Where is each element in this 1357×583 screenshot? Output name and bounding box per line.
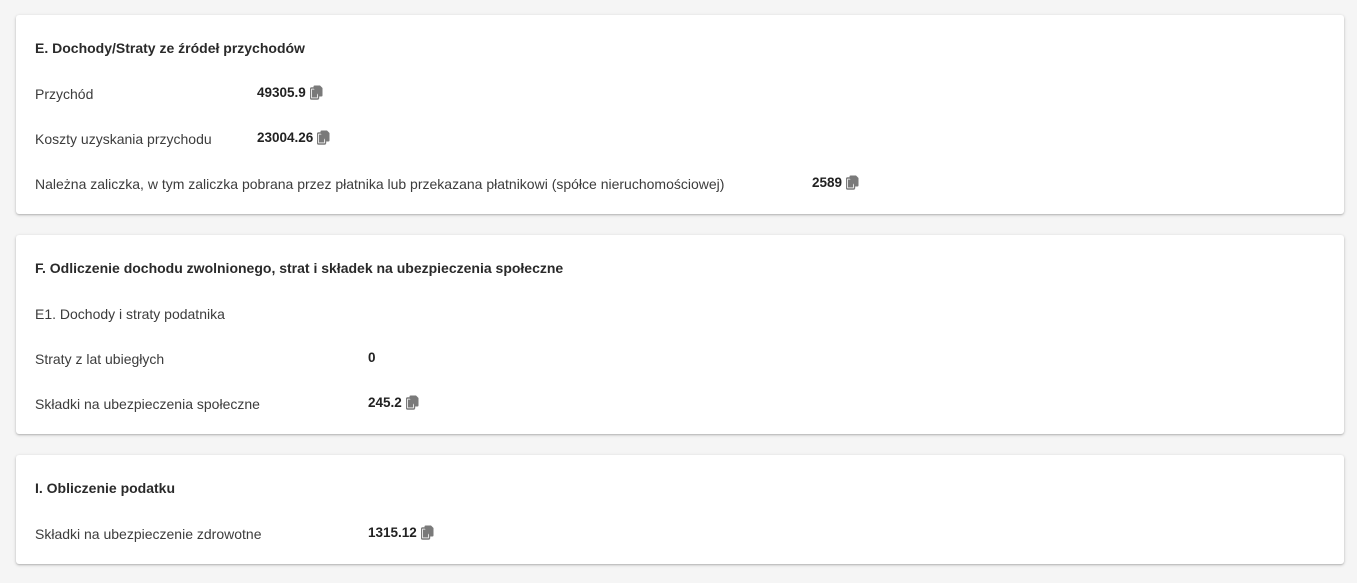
value-text: 0: [368, 350, 376, 365]
value-text: 245.2: [368, 395, 402, 410]
section-card-i: I. Obliczenie podatku Składki na ubezpie…: [16, 455, 1344, 564]
row-value-koszty: 23004.26: [257, 130, 330, 145]
section-title-f: F. Odliczenie dochodu zwolnionego, strat…: [35, 260, 564, 276]
copy-icon[interactable]: [420, 525, 434, 540]
copy-icon[interactable]: [309, 85, 323, 100]
row-label-straty: Straty z lat ubiegłych: [35, 351, 165, 367]
section-card-f: F. Odliczenie dochodu zwolnionego, strat…: [16, 235, 1344, 434]
row-label-e1-dochody: E1. Dochody i straty podatnika: [35, 306, 225, 322]
row-value-skladki-zdrowotne: 1315.12: [368, 525, 434, 540]
row-label-nalezna-zaliczka: Należna zaliczka, w tym zaliczka pobrana…: [35, 176, 725, 192]
value-text: 2589: [812, 175, 843, 190]
row-value-skladki-spoleczne: 245.2: [368, 395, 419, 410]
row-label-koszty: Koszty uzyskania przychodu: [35, 131, 212, 147]
value-text: 1315.12: [368, 525, 417, 540]
row-value-przychod: 49305.9: [257, 85, 323, 100]
copy-icon[interactable]: [405, 395, 419, 410]
row-label-przychod: Przychód: [35, 86, 94, 102]
row-value-straty: 0: [368, 350, 376, 365]
value-text: 49305.9: [257, 85, 306, 100]
copy-icon[interactable]: [317, 130, 330, 145]
row-label-skladki-zdrowotne: Składki na ubezpieczenie zdrowotne: [35, 526, 262, 542]
row-value-nalezna-zaliczka: 2589: [812, 175, 859, 190]
copy-icon[interactable]: [846, 175, 859, 190]
row-label-skladki-spoleczne: Składki na ubezpieczenia społeczne: [35, 396, 260, 412]
section-title-e: E. Dochody/Straty ze źródeł przychodów: [35, 40, 305, 56]
section-title-i: I. Obliczenie podatku: [35, 480, 176, 496]
section-card-e: E. Dochody/Straty ze źródeł przychodów P…: [16, 15, 1344, 214]
value-text: 23004.26: [257, 130, 314, 145]
